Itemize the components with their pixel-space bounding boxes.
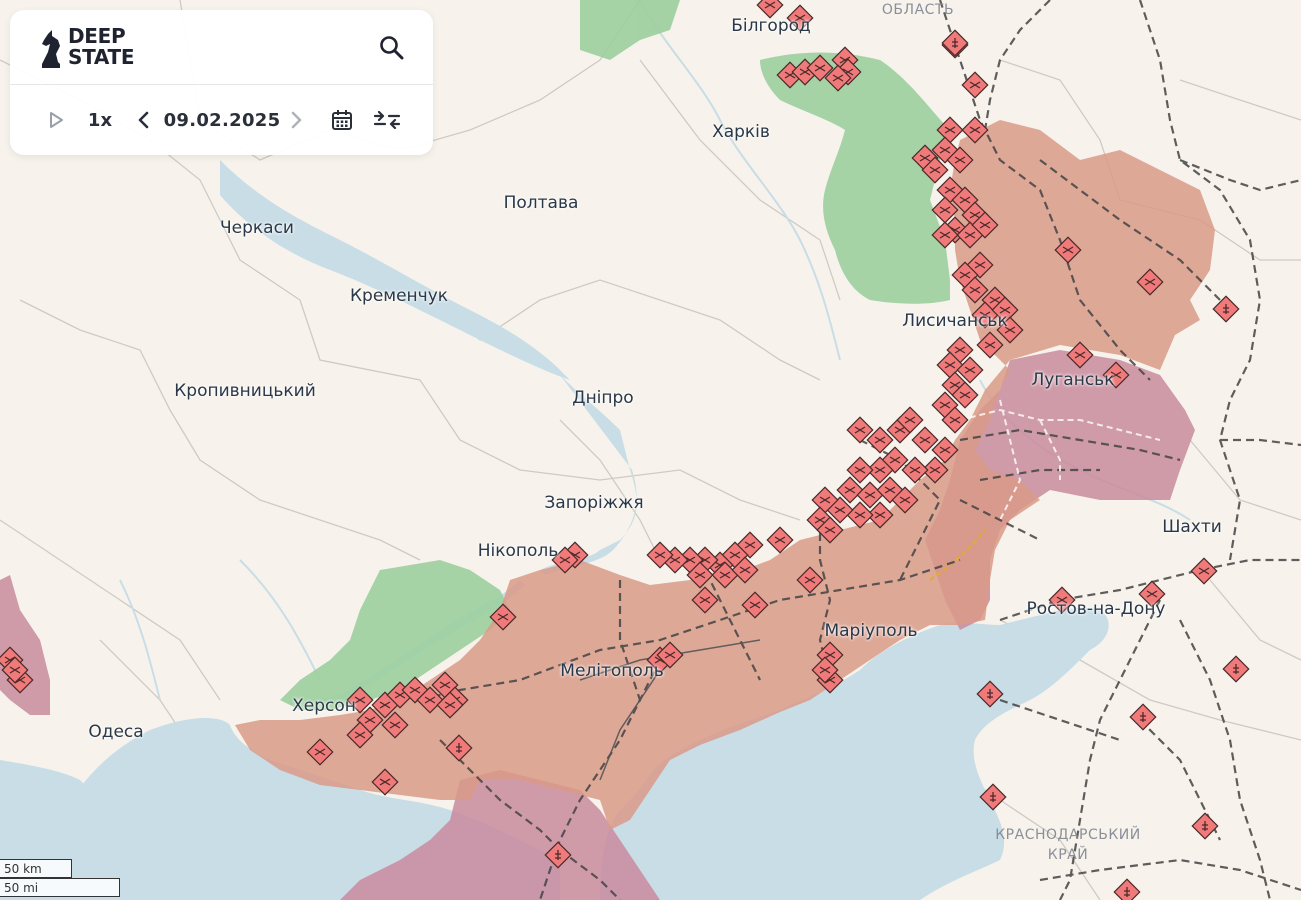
city-label-nikopol: Нiкополь (477, 541, 559, 561)
city-label-kherson: Херсон (292, 696, 356, 716)
city-label-kremenchuk: Кременчук (349, 286, 449, 306)
city-label-zaporizhzhia: Запорiжжя (544, 493, 644, 513)
collapse-button[interactable] (372, 106, 402, 134)
calendar-button[interactable] (328, 106, 356, 134)
collapse-icon (373, 110, 401, 130)
city-label-dnipro: Днiпро (572, 388, 634, 408)
calendar-icon (332, 110, 352, 130)
panel-divider (10, 84, 433, 85)
city-label-cherkasy: Черкаси (220, 218, 294, 238)
scale-bar-km: 50 km (0, 859, 72, 878)
next-date-button[interactable] (286, 106, 306, 134)
date-display[interactable]: 09.02.2025 (164, 106, 281, 134)
city-label-kropyvnytskyi: Кропивницький (174, 381, 316, 401)
city-label-bilhorod: Бiлгород (731, 16, 811, 36)
city-label-mariupol: Марiуполь (824, 621, 918, 641)
city-label-rostov: Ростов-на-Дону (1026, 599, 1166, 619)
city-label-odesa: Одеса (88, 722, 144, 742)
region-label-krasnodar: КРАСНОДАРСЬКИЙ КРАЙ (995, 827, 1141, 863)
control-panel: DEEP STATE 1x 09.02.2025 (10, 10, 433, 155)
city-label-poltava: Полтава (503, 193, 579, 213)
knight-icon (42, 30, 60, 68)
city-label-luhansk: Луганськ (1031, 370, 1115, 390)
logo-text: DEEP STATE (68, 24, 135, 69)
logo-line1: DEEP (68, 24, 126, 48)
search-button[interactable] (378, 34, 406, 62)
search-icon (380, 36, 404, 60)
logo-line2: STATE (68, 45, 135, 69)
prev-date-button[interactable] (134, 106, 154, 134)
deepstate-logo[interactable]: DEEP STATE (38, 24, 135, 70)
city-label-melitopol: Мелiтополь (560, 661, 664, 681)
city-label-shakhty: Шахти (1162, 517, 1222, 537)
chevron-left-icon (138, 111, 149, 129)
speed-button[interactable]: 1x (86, 106, 114, 134)
city-label-lysychansk: Лисичанськ (902, 311, 1008, 331)
chevron-right-icon (291, 111, 302, 129)
region-label-oblast: ОБЛАСТЬ (881, 2, 955, 18)
play-button[interactable] (44, 106, 68, 134)
play-icon (50, 112, 63, 128)
scale-bar-mi: 50 mi (0, 878, 120, 897)
city-label-kharkiv: Харкiв (712, 122, 770, 142)
